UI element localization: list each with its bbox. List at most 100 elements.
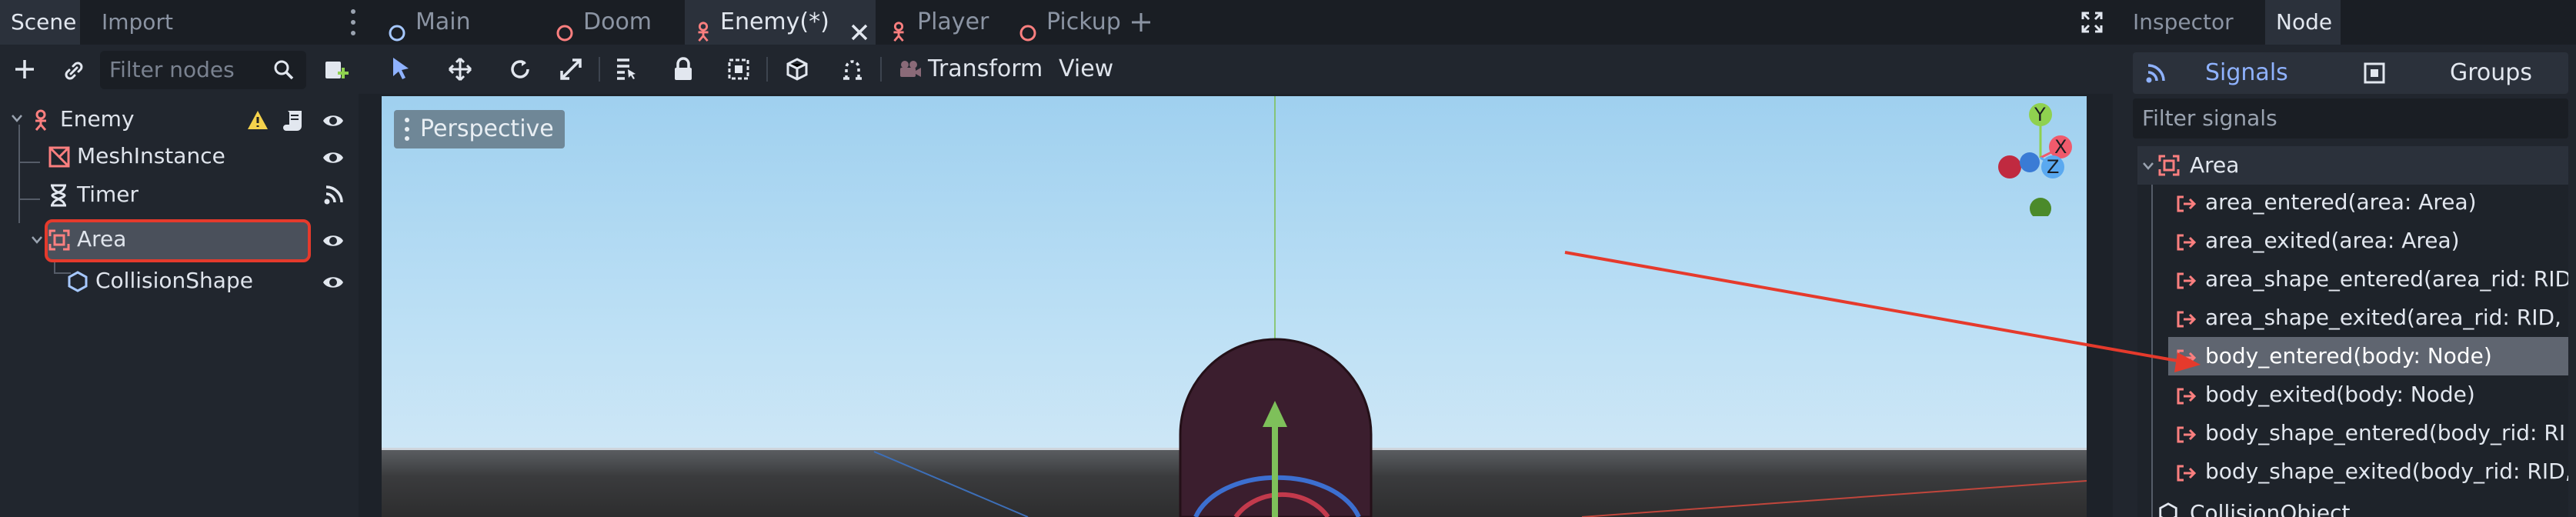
signal-icon[interactable] bbox=[323, 184, 345, 211]
chevron-down-icon[interactable] bbox=[11, 114, 23, 123]
collision-object-icon bbox=[2157, 502, 2179, 517]
z-axis-line bbox=[1581, 480, 2087, 517]
tree-item-label: Enemy bbox=[60, 106, 135, 132]
signal-out-icon bbox=[2176, 385, 2197, 411]
tree-item-timer[interactable]: Timer bbox=[0, 175, 359, 214]
move-tool-icon[interactable] bbox=[448, 57, 472, 87]
scene-toolbar: Filter nodes bbox=[0, 45, 359, 98]
tab-inspector[interactable]: Inspector bbox=[2122, 0, 2244, 45]
signal-out-icon bbox=[2176, 462, 2197, 488]
signal-label: body_entered(body: Node) bbox=[2205, 343, 2492, 369]
tree-item-label: CollisionShape bbox=[95, 268, 253, 293]
tree-item-label: Timer bbox=[77, 182, 139, 207]
dock-menu-icon[interactable] bbox=[351, 9, 355, 35]
eye-icon[interactable] bbox=[322, 230, 345, 255]
search-icon bbox=[272, 58, 295, 82]
link-icon[interactable] bbox=[62, 58, 86, 83]
kebab-icon bbox=[405, 118, 409, 145]
eye-icon[interactable] bbox=[322, 272, 345, 297]
gizmo-y-label: Y bbox=[2034, 104, 2046, 125]
tree-item-area[interactable]: Area bbox=[0, 220, 359, 258]
local-space-icon[interactable] bbox=[785, 57, 809, 87]
signal-item[interactable]: body_shape_entered(body_rid: RI bbox=[2137, 414, 2568, 452]
instance-scene-icon[interactable] bbox=[323, 57, 349, 83]
tree-item-label: MeshInstance bbox=[77, 143, 225, 168]
signal-icon bbox=[2145, 62, 2167, 84]
camera-icon[interactable] bbox=[897, 58, 923, 85]
rotate-tool-icon[interactable] bbox=[508, 57, 532, 87]
signal-item[interactable]: body_shape_exited(body_rid: RID, bbox=[2137, 452, 2568, 491]
snap-icon[interactable] bbox=[840, 57, 865, 87]
mesh-instance-icon bbox=[48, 145, 71, 174]
tab-node[interactable]: Node bbox=[2265, 0, 2341, 45]
select-tool-icon[interactable] bbox=[389, 55, 412, 87]
group-icon[interactable] bbox=[726, 57, 751, 87]
scale-tool-icon[interactable] bbox=[559, 57, 583, 87]
viewport-scene bbox=[873, 338, 2087, 517]
signal-label: area_shape_entered(area_rid: RID, bbox=[2205, 266, 2568, 292]
tab-main-menu[interactable]: Main Menu bbox=[379, 0, 539, 80]
warning-icon[interactable] bbox=[246, 109, 269, 131]
chevron-down-icon[interactable] bbox=[31, 235, 43, 245]
signals-tab[interactable]: Signals bbox=[2205, 52, 2288, 94]
3d-viewport[interactable]: Perspective Y X Z bbox=[382, 96, 2087, 517]
add-node-icon[interactable] bbox=[12, 57, 37, 82]
view-menu[interactable]: View bbox=[1059, 45, 1113, 94]
signal-item[interactable]: area_shape_exited(area_rid: RID, a bbox=[2137, 299, 2568, 337]
signal-category-collisionobject[interactable]: CollisionObject bbox=[2137, 494, 2568, 517]
tab-label: Pickup bbox=[1046, 8, 1121, 35]
tree-item-enemy[interactable]: Enemy bbox=[0, 100, 359, 138]
character-node-icon bbox=[29, 108, 52, 137]
signals-tree: Area area_entered(area: Area) area_exite… bbox=[2137, 146, 2568, 517]
signal-item[interactable]: area_entered(area: Area) bbox=[2137, 183, 2568, 222]
signal-label: body_exited(body: Node) bbox=[2205, 382, 2475, 407]
collision-shape-icon bbox=[66, 270, 89, 299]
node-dock: Inspector Node Signals Groups Filter sig… bbox=[2113, 0, 2576, 517]
eye-icon[interactable] bbox=[322, 110, 345, 135]
signal-label: body_shape_entered(body_rid: RI bbox=[2205, 420, 2566, 445]
signal-out-icon bbox=[2176, 347, 2197, 372]
signal-category-area[interactable]: Area bbox=[2137, 146, 2568, 185]
transform-menu[interactable]: Transform bbox=[928, 45, 1043, 94]
tab-import[interactable]: Import bbox=[91, 0, 184, 45]
list-select-icon[interactable] bbox=[614, 57, 639, 87]
signal-item[interactable]: area_exited(area: Area) bbox=[2137, 222, 2568, 260]
tree-item-collisionshape[interactable]: CollisionShape bbox=[0, 262, 359, 300]
script-icon[interactable] bbox=[283, 109, 305, 132]
tab-pickup[interactable]: Pickup bbox=[1002, 0, 1148, 45]
groups-tab[interactable]: Groups bbox=[2450, 52, 2532, 94]
signal-item[interactable]: body_exited(body: Node) bbox=[2137, 375, 2568, 414]
tab-label: Enemy(*) bbox=[720, 8, 829, 35]
scene-tab-bar: Main Menu Doom Enemy(*) Player Pickup bbox=[359, 0, 2113, 80]
distraction-free-icon[interactable] bbox=[2080, 11, 2104, 34]
area-icon bbox=[48, 228, 71, 257]
main-editor: Main Menu Doom Enemy(*) Player Pickup bbox=[359, 0, 2113, 517]
signal-label: area_shape_exited(area_rid: RID, a bbox=[2205, 305, 2568, 330]
filter-signals-input[interactable]: Filter signals bbox=[2133, 98, 2568, 138]
tab-scene[interactable]: Scene bbox=[0, 0, 80, 45]
eye-icon[interactable] bbox=[322, 147, 345, 172]
tree-item-label: Area bbox=[77, 226, 127, 252]
signal-item[interactable]: area_shape_entered(area_rid: RID, bbox=[2137, 260, 2568, 299]
signal-out-icon bbox=[2176, 309, 2197, 334]
signal-item-body-entered[interactable]: body_entered(body: Node) bbox=[2168, 337, 2568, 375]
signal-out-icon bbox=[2176, 193, 2197, 218]
lock-icon[interactable] bbox=[672, 57, 694, 87]
add-tab-icon[interactable] bbox=[1130, 11, 1153, 34]
perspective-label: Perspective bbox=[420, 115, 554, 142]
filter-nodes-input[interactable]: Filter nodes bbox=[100, 51, 306, 89]
x-axis-line bbox=[873, 451, 1029, 517]
signal-label: area_entered(area: Area) bbox=[2205, 189, 2477, 215]
signal-label: area_exited(area: Area) bbox=[2205, 228, 2460, 253]
viewport-toolbar: Transform View bbox=[359, 45, 2113, 94]
separator bbox=[599, 57, 600, 82]
perspective-menu[interactable]: Perspective bbox=[394, 110, 565, 148]
tree-item-meshinstance[interactable]: MeshInstance bbox=[0, 137, 359, 175]
tab-enemy[interactable]: Enemy(*) bbox=[685, 0, 876, 45]
tab-player[interactable]: Player bbox=[879, 0, 1014, 45]
tab-label: Doom bbox=[583, 8, 652, 35]
orientation-gizmo[interactable]: Y X Z bbox=[1994, 101, 2079, 219]
category-label: Area bbox=[2190, 152, 2240, 178]
tab-doom[interactable]: Doom bbox=[546, 0, 662, 45]
chevron-down-icon[interactable] bbox=[2142, 162, 2154, 171]
